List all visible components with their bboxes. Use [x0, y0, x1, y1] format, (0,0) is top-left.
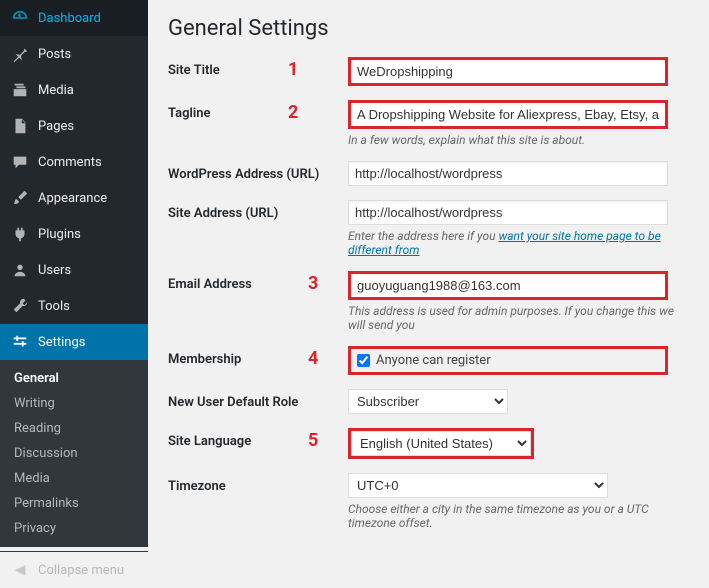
row-language: Site Language 5 English (United States) [168, 428, 689, 459]
desc-timezone: Choose either a city in the same timezon… [348, 502, 689, 530]
label-timezone: Timezone [168, 473, 348, 494]
annotation-2: 2 [288, 102, 298, 123]
row-tagline: Tagline 2 In a few words, explain what t… [168, 100, 689, 147]
menu-label: Media [38, 83, 74, 98]
menu-label: Users [38, 263, 71, 278]
settings-submenu: General Writing Reading Discussion Media… [0, 360, 148, 547]
content-area: General Settings Site Title 1 Tagline 2 … [148, 0, 709, 547]
menu-posts[interactable]: Posts [0, 36, 148, 72]
annotation-5: 5 [308, 430, 318, 451]
label-tagline: Tagline [168, 100, 348, 121]
menu-appearance[interactable]: Appearance [0, 180, 148, 216]
label-email: Email Address [168, 271, 348, 292]
annotation-1: 1 [288, 59, 298, 80]
submenu-privacy[interactable]: Privacy [0, 516, 148, 541]
label-default-role: New User Default Role [168, 389, 348, 410]
annotation-3: 3 [308, 273, 318, 294]
row-default-role: New User Default Role Subscriber [168, 389, 689, 414]
menu-settings[interactable]: Settings [0, 324, 148, 360]
input-email[interactable] [348, 271, 668, 300]
label-membership: Membership [168, 346, 348, 367]
menu-label: Pages [38, 119, 74, 134]
menu-users[interactable]: Users [0, 252, 148, 288]
submenu-reading[interactable]: Reading [0, 416, 148, 441]
user-icon [10, 260, 30, 280]
brush-icon [10, 188, 30, 208]
submenu-permalinks[interactable]: Permalinks [0, 491, 148, 516]
desc-email: This address is used for admin purposes.… [348, 304, 689, 332]
submenu-discussion[interactable]: Discussion [0, 441, 148, 466]
select-language[interactable]: English (United States) [351, 431, 531, 456]
comment-icon [10, 152, 30, 172]
input-site-address[interactable] [348, 200, 668, 225]
row-site-title: Site Title 1 [168, 57, 689, 86]
input-tagline[interactable] [348, 100, 668, 129]
menu-dashboard[interactable]: Dashboard [0, 0, 148, 36]
page-title: General Settings [168, 16, 689, 41]
menu-label: Dashboard [38, 11, 101, 26]
menu-label: Tools [38, 299, 70, 314]
menu-plugins[interactable]: Plugins [0, 216, 148, 252]
menu-comments[interactable]: Comments [0, 144, 148, 180]
admin-sidebar: Dashboard Posts Media Pages Comments App… [0, 0, 148, 547]
row-timezone: Timezone UTC+0 Choose either a city in t… [168, 473, 689, 530]
select-default-role[interactable]: Subscriber [348, 389, 508, 414]
collapse-menu[interactable]: ◀ Collapse menu [0, 551, 148, 588]
menu-label: Comments [38, 155, 102, 170]
menu-label: Settings [38, 335, 85, 350]
input-site-title[interactable] [348, 57, 668, 86]
dashboard-icon [10, 8, 30, 28]
row-membership: Membership 4 Anyone can register [168, 346, 689, 375]
menu-label: Appearance [38, 191, 107, 206]
annotation-4: 4 [308, 348, 318, 369]
row-wp-address: WordPress Address (URL) [168, 161, 689, 186]
row-email: Email Address 3 This address is used for… [168, 271, 689, 332]
desc-tagline: In a few words, explain what this site i… [348, 133, 689, 147]
label-site-title: Site Title [168, 57, 348, 78]
desc-site-address: Enter the address here if you want your … [348, 229, 689, 257]
page-icon [10, 116, 30, 136]
row-site-address: Site Address (URL) Enter the address her… [168, 200, 689, 257]
menu-pages[interactable]: Pages [0, 108, 148, 144]
menu-tools[interactable]: Tools [0, 288, 148, 324]
submenu-media[interactable]: Media [0, 466, 148, 491]
wrench-icon [10, 296, 30, 316]
label-language: Site Language [168, 428, 348, 449]
label-site-address: Site Address (URL) [168, 200, 348, 221]
select-timezone[interactable]: UTC+0 [348, 473, 608, 498]
label-wp-address: WordPress Address (URL) [168, 161, 348, 182]
input-wp-address[interactable] [348, 161, 668, 186]
menu-label: Posts [38, 47, 71, 62]
collapse-label: Collapse menu [38, 563, 124, 578]
checkbox-anyone-register[interactable] [357, 354, 370, 367]
pin-icon [10, 44, 30, 64]
submenu-general[interactable]: General [0, 366, 148, 391]
collapse-icon: ◀ [10, 560, 30, 580]
submenu-writing[interactable]: Writing [0, 391, 148, 416]
menu-label: Plugins [38, 227, 81, 242]
plug-icon [10, 224, 30, 244]
checkbox-label: Anyone can register [376, 353, 491, 368]
sliders-icon [10, 332, 30, 352]
media-icon [10, 80, 30, 100]
menu-media[interactable]: Media [0, 72, 148, 108]
